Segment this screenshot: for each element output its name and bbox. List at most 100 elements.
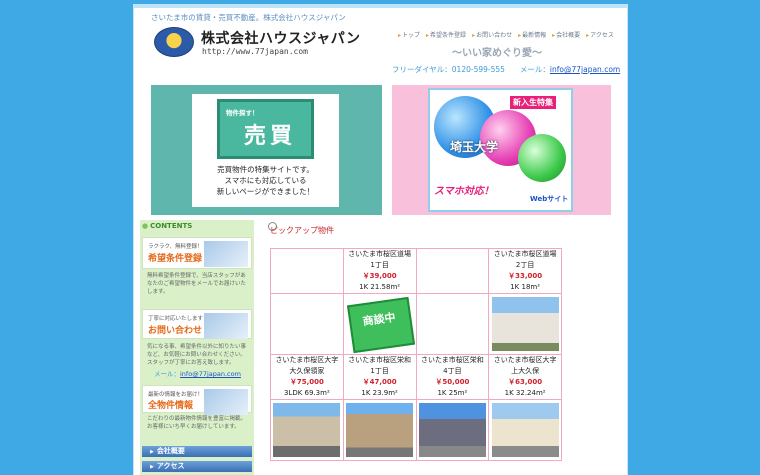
nav-access[interactable]: アクセス [586,30,614,39]
pickup-title: ピックアップ物件 [270,226,334,235]
listing-cell[interactable]: さいたま市桜区道場 2丁目 ￥33,000 1K 18m² [488,248,562,294]
all-listings-desc-box: こだわりの最新物件情報を豊富に掲載。お客様にいち早くお届けしています。 [142,414,252,434]
contact-desc: 気になる事、希望条件以外に知りたい事など、お気軽にお問い合わせください。スタッフ… [147,344,247,366]
listing-info: さいたま市桜区栄和 1丁目 ￥47,000 1K 23.9m² [344,355,416,399]
listing-block: 1丁目 [370,367,389,375]
listing-block: 4丁目 [443,367,462,375]
contact-line: フリーダイヤル：0120-599-555 メール：info@77japan.co… [392,64,620,75]
all-listings-image [204,389,248,415]
sales-banner-card: 物件探す！ 売買 売買物件の特集サイトです。 スマホにも対応している 新しいペー… [192,94,339,207]
all-listings-title: 全物件情報 [148,401,194,411]
company-name[interactable]: 株式会社ハウスジャパン [201,28,361,48]
nav-register[interactable]: 希望条件登録 [426,30,466,39]
sales-banner-text: 売買物件の特集サイトです。 スマホにも対応している 新しいページができました！ [192,164,339,197]
contents-heading: CONTENTS [142,222,252,233]
all-listings-tag: 最新の情報をお届け！ [148,392,204,398]
top-border [134,4,627,8]
nav-contact[interactable]: お問い合わせ [472,30,512,39]
sidebar-nav-access[interactable]: アクセス [142,461,252,472]
register-desc-box: 無料希望条件登録で、当店スタッフがあなたのご希望物件をメールでお届けいたします。 [142,270,252,298]
listing-location: さいたま市桜区道場 [493,250,557,258]
table-row: さいたま市桜区道場 1丁目 ￥39,000 1K 21.58m² さいたま市桜区… [270,248,562,294]
site-url: http://www.77japan.com [202,47,308,56]
listing-photo-cell[interactable] [488,293,562,355]
sales-banner[interactable]: 物件探す！ 売買 売買物件の特集サイトです。 スマホにも対応している 新しいペー… [151,85,382,215]
register-image [204,241,248,267]
university-title: 埼玉大学 [450,140,499,154]
listing-cell[interactable]: さいたま市桜区栄和 4丁目 ￥50,000 1K 25m² [415,354,490,400]
listing-photo-cell[interactable] [270,399,344,461]
listing-price: ￥63,000 [508,378,543,386]
listing-cell[interactable]: さいたま市桜区栄和 1丁目 ￥47,000 1K 23.9m² [342,354,417,400]
listing-cell[interactable]: さいたま市桜区大字 上大久保 ￥63,000 1K 32.24m² [488,354,562,400]
nav-news[interactable]: 最新情報 [518,30,546,39]
all-listings-box[interactable]: 最新の情報をお届け！ 全物件情報 [142,385,252,415]
listing-price: ￥39,000 [362,272,397,280]
email-link[interactable]: info@77japan.com [550,65,620,74]
contact-desc-box: 気になる事、希望条件以外に知りたい事など、お気軽にお問い合わせください。スタッフ… [142,341,252,367]
listing-spec: 1K 23.9m² [361,389,398,397]
listing-price: ￥47,000 [362,378,397,386]
listing-spec: 1K 25m² [437,389,468,397]
pickup-grid: さいたま市桜区道場 1丁目 ￥39,000 1K 21.58m² さいたま市桜区… [270,248,562,461]
sales-line-1: 売買物件の特集サイトです。 [217,165,314,174]
site-tagline: さいたま市の賃貸・売買不動産。株式会社ハウスジャパン [151,13,346,22]
all-listings-desc: こだわりの最新物件情報を豊富に掲載。お客様にいち早くお届けしています。 [147,416,247,430]
university-banner-card: 新入生特集 埼玉大学 スマホ対応！ Webサイト [428,88,573,212]
contact-label: フリーダイヤル：0120-599-555 メール： [392,65,550,74]
listing-block: 2丁目 [515,261,535,269]
building-photo [346,403,414,457]
listing-location: さいたま市桜区大字 [275,356,339,364]
contact-tag: 丁寧に対応いたします [148,316,204,322]
contact-title: お問い合わせ [148,326,203,336]
listing-block: 大久保領家 [289,367,325,375]
listing-info: さいたま市桜区大字 大久保領家 ￥75,000 3LDK 69.3m² [271,355,343,399]
smartphone-label: スマホ対応！ [434,186,494,197]
table-row: 商談中 [270,293,562,355]
listing-info: さいたま市桜区大字 上大久保 ￥63,000 1K 32.24m² [489,355,561,399]
listing-photo-cell[interactable] [415,399,490,461]
green-ball [518,134,566,182]
listing-photo-cell[interactable]: 商談中 [342,293,417,355]
contact-image [204,313,248,339]
listing-spec: 3LDK 69.3m² [283,389,330,397]
listing-price: ￥33,000 [508,272,543,280]
slogan: ～いい家めぐり愛～ [452,48,542,59]
building-photo [491,403,559,457]
empty-cell [415,248,490,294]
listing-price: ￥50,000 [435,378,470,386]
sales-line-3: 新しいページができました！ [216,187,315,196]
listing-info: さいたま市桜区栄和 4丁目 ￥50,000 1K 25m² [417,355,489,399]
sales-sign-big: 売買 [244,124,297,149]
register-box[interactable]: ラクラク、無料登録！ 希望条件登録 [142,237,252,269]
company-logo[interactable] [154,27,194,57]
sidebar-mail: メール：info@77japan.com [154,368,241,378]
listing-spec: 1K 32.24m² [504,389,546,397]
contact-box[interactable]: 丁寧に対応いたします お問い合わせ [142,309,252,339]
listing-price: ￥75,000 [289,378,324,386]
listing-spec: 1K 21.58m² [359,283,401,291]
empty-cell [270,293,344,355]
register-tag: ラクラク、無料登録！ [148,244,203,250]
building-photo [491,297,559,351]
sidebar-nav-company[interactable]: 会社概要 [142,446,252,457]
listing-spec: 1K 18m² [510,283,541,291]
listing-info: さいたま市桜区道場 2丁目 ￥33,000 1K 18m² [489,249,561,293]
empty-cell [270,248,344,294]
nav-top[interactable]: トップ [398,30,420,39]
listing-location: さいたま市桜区道場 [348,250,412,258]
nav-company[interactable]: 会社概要 [552,30,580,39]
listing-location: さいたま市桜区栄和 [420,356,484,364]
negotiation-stamp-image: 商談中 [346,297,414,351]
sales-line-2: スマホにも対応している [224,176,307,185]
listing-photo-cell[interactable] [342,399,417,461]
listing-cell[interactable]: さいたま市桜区道場 1丁目 ￥39,000 1K 21.58m² [342,248,417,294]
page: さいたま市の賃貸・売買不動産。株式会社ハウスジャパン 株式会社ハウスジャパン h… [133,4,628,475]
listing-cell[interactable]: さいたま市桜区大字 大久保領家 ￥75,000 3LDK 69.3m² [270,354,344,400]
table-row [270,399,562,461]
university-banner[interactable]: 新入生特集 埼玉大学 スマホ対応！ Webサイト [392,85,611,215]
listing-photo-cell[interactable] [488,399,562,461]
table-row: さいたま市桜区大字 大久保領家 ￥75,000 3LDK 69.3m² さいたま… [270,354,562,400]
new-student-badge: 新入生特集 [510,96,556,109]
sidebar-mail-link[interactable]: info@77japan.com [180,370,241,378]
